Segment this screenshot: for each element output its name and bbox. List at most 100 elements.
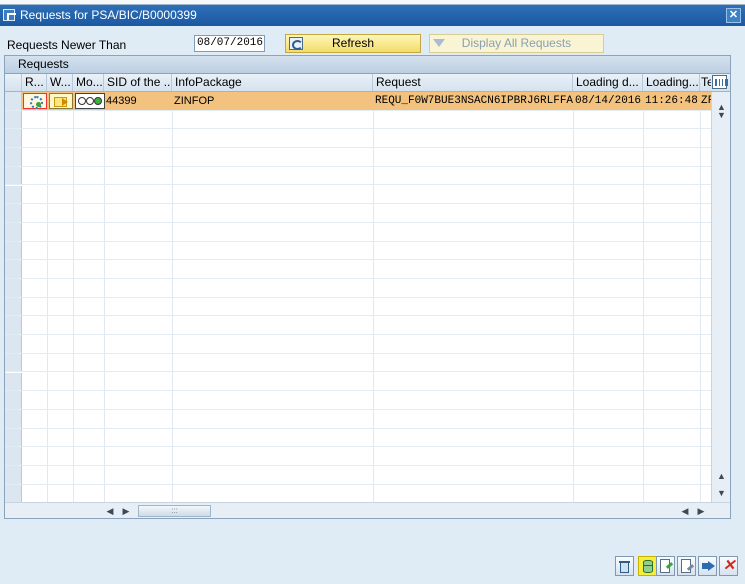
column-header-status[interactable]: R... — [22, 74, 47, 91]
database-icon — [643, 560, 653, 573]
close-button[interactable]: ✕ — [726, 8, 741, 23]
row-selector[interactable] — [5, 222, 22, 241]
column-header-workflow[interactable]: W... — [47, 74, 73, 91]
table-row[interactable] — [5, 316, 711, 336]
column-header-request[interactable]: Request — [373, 74, 573, 91]
monitor-status-icon[interactable] — [75, 93, 105, 109]
row-selector[interactable] — [5, 316, 22, 335]
column-header-loading-time[interactable]: Loading... — [643, 74, 700, 91]
row-selector[interactable] — [5, 391, 22, 409]
row-selector[interactable] — [5, 466, 22, 484]
grid-body: 44399 ZINFOP REQU_F0W7BUE3NSACN6IPBRJ6RL… — [5, 92, 711, 502]
row-selector[interactable] — [5, 185, 22, 204]
requests-newer-than-date-input[interactable]: 08/07/2016 — [194, 35, 265, 52]
row-selector[interactable] — [5, 110, 22, 129]
dialog-icon — [3, 9, 16, 21]
column-header-loading-date[interactable]: Loading d... — [573, 74, 643, 91]
cancel-icon: ✕ — [722, 557, 736, 574]
column-header-sid[interactable]: SID of the ... — [104, 74, 172, 91]
horizontal-scrollbar[interactable]: ◀ ▶ ::: ◀ ▶ — [5, 502, 730, 518]
grid-header-row: R... W... Mo... SID of the ... InfoPacka… — [5, 74, 730, 92]
row-selector[interactable] — [5, 204, 22, 222]
row-selector[interactable] — [5, 409, 22, 428]
cell-loading-date[interactable]: 08/14/2016 — [573, 92, 643, 110]
row-selector[interactable] — [5, 92, 22, 110]
table-row[interactable] — [5, 466, 711, 485]
table-row[interactable] — [5, 260, 711, 279]
scroll-up-arrow-bottom[interactable]: ▲ — [712, 469, 731, 483]
row-selector[interactable] — [5, 297, 22, 316]
trash-icon — [620, 563, 629, 573]
cell-loading-time[interactable]: 11:26:48 — [643, 92, 700, 110]
cell-te[interactable]: ZF — [700, 92, 711, 110]
scroll-right-arrow[interactable]: ▶ — [694, 504, 708, 518]
display-all-requests-button[interactable]: Display All Requests — [429, 34, 604, 53]
refresh-button-label: Refresh — [331, 36, 375, 50]
vertical-scrollbar[interactable]: ▲ ▼ ▲ ▼ — [711, 92, 730, 502]
table-row[interactable] — [5, 409, 711, 429]
edit-selection-button[interactable] — [656, 556, 675, 576]
filter-funnel-icon — [433, 37, 447, 50]
dialog-titlebar: Requests for PSA/BIC/B0000399 ✕ — [0, 5, 745, 26]
column-header-infopackage[interactable]: InfoPackage — [172, 74, 373, 91]
table-row[interactable] — [5, 204, 711, 223]
row-selector[interactable] — [5, 353, 22, 372]
scroll-down-arrow-top[interactable]: ▼ — [712, 108, 731, 122]
row-selector[interactable] — [5, 260, 22, 278]
dialog-title: Requests for PSA/BIC/B0000399 — [20, 8, 197, 22]
row-selector[interactable] — [5, 428, 22, 447]
row-selector[interactable] — [5, 335, 22, 353]
row-selector[interactable] — [5, 241, 22, 260]
table-row[interactable] — [5, 372, 711, 392]
row-selector[interactable] — [5, 447, 22, 465]
row-selector[interactable] — [5, 372, 22, 391]
refresh-icon — [289, 37, 303, 50]
header-row-selector[interactable] — [5, 74, 22, 91]
workflow-icon[interactable] — [49, 93, 73, 109]
grid-title: Requests — [5, 56, 730, 74]
scroll-down-arrow[interactable]: ▼ — [712, 486, 731, 500]
column-settings-icon[interactable] — [712, 75, 728, 89]
requests-newer-than-label: Requests Newer Than — [7, 38, 127, 52]
table-row[interactable] — [5, 110, 711, 130]
table-row[interactable] — [5, 185, 711, 205]
details-button[interactable] — [638, 556, 657, 576]
row-selector[interactable] — [5, 279, 22, 297]
column-header-te[interactable]: Te — [700, 74, 711, 91]
scroll-left-arrow[interactable]: ◀ — [103, 504, 117, 518]
row-selector[interactable] — [5, 166, 22, 185]
dialog-toolbar: ✕ — [0, 552, 745, 584]
cell-request[interactable]: REQU_F0W7BUE3NSACN6IPBRJ6RLFFA — [373, 92, 573, 110]
horizontal-scroll-thumb[interactable]: ::: — [138, 505, 211, 517]
table-row[interactable] — [5, 166, 711, 186]
transfer-button[interactable] — [698, 556, 717, 576]
table-row[interactable] — [5, 353, 711, 373]
refresh-button[interactable]: Refresh — [285, 34, 421, 53]
display-all-requests-label: Display All Requests — [461, 36, 572, 50]
table-row[interactable] — [5, 484, 711, 502]
table-row[interactable] — [5, 148, 711, 167]
cell-infopackage[interactable]: ZINFOP — [172, 92, 373, 110]
document-button[interactable] — [677, 556, 696, 576]
table-row[interactable] — [5, 391, 711, 410]
column-header-monitor[interactable]: Mo... — [73, 74, 104, 91]
table-row[interactable] — [5, 279, 711, 298]
delete-request-button[interactable] — [615, 556, 634, 576]
scroll-left-arrow-right[interactable]: ◀ — [678, 504, 692, 518]
row-selector[interactable] — [5, 484, 22, 502]
scroll-right-arrow-left[interactable]: ▶ — [119, 504, 133, 518]
table-row[interactable] — [5, 297, 711, 317]
table-row[interactable] — [5, 335, 711, 354]
table-row[interactable] — [5, 447, 711, 466]
cell-sid[interactable]: 44399 — [104, 92, 172, 110]
table-row[interactable] — [5, 222, 711, 242]
table-row[interactable]: 44399 ZINFOP REQU_F0W7BUE3NSACN6IPBRJ6RL… — [5, 92, 711, 111]
table-row[interactable] — [5, 428, 711, 448]
table-row[interactable] — [5, 241, 711, 261]
row-selector[interactable] — [5, 129, 22, 148]
row-selector[interactable] — [5, 148, 22, 166]
request-status-icon[interactable] — [23, 93, 47, 109]
cancel-button[interactable]: ✕ — [719, 556, 738, 576]
table-row[interactable] — [5, 129, 711, 149]
requests-grid: Requests R... W... Mo... SID of the ... … — [4, 55, 731, 519]
